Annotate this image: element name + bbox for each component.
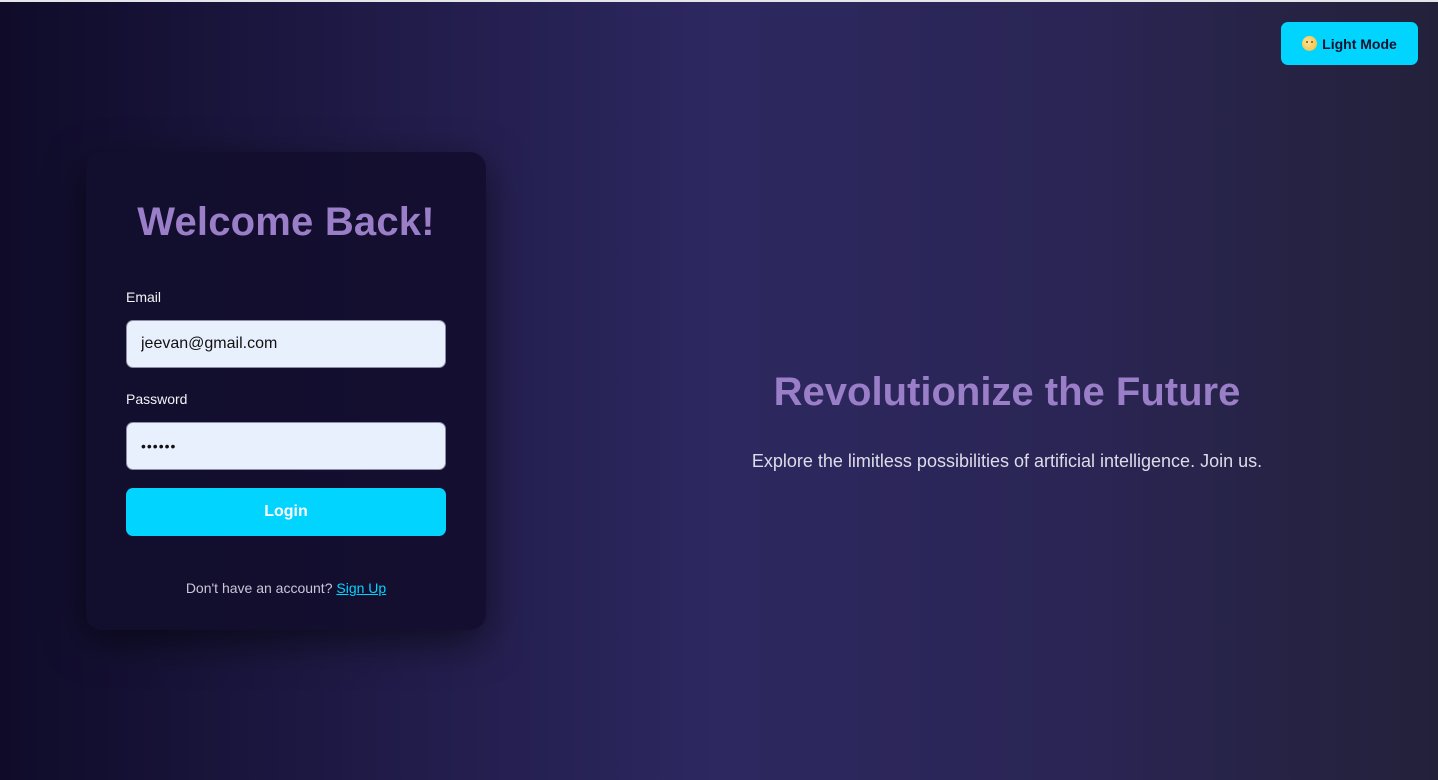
login-card: Welcome Back! Email Password Login Don't… — [86, 152, 486, 630]
email-field[interactable] — [126, 320, 446, 368]
light-mode-label: Light Mode — [1322, 35, 1397, 52]
login-title: Welcome Back! — [137, 200, 435, 244]
hero-section: Revolutionize the Future Explore the lim… — [620, 370, 1394, 472]
email-label: Email — [126, 289, 162, 305]
login-button[interactable]: Login — [126, 488, 446, 536]
moon-face-icon — [1302, 36, 1318, 51]
hero-subtitle: Explore the limitless possibilities of a… — [751, 451, 1263, 471]
password-field[interactable] — [126, 422, 446, 470]
password-label: Password — [126, 391, 188, 407]
sign-up-link[interactable]: Sign Up — [336, 580, 386, 596]
signup-prompt-text: Don't have an account? — [185, 580, 337, 596]
signup-prompt-row: Don't have an account? Sign Up — [86, 580, 486, 596]
hero-title: Revolutionize the Future — [773, 370, 1241, 414]
light-mode-toggle-button[interactable]: Light Mode — [1281, 22, 1418, 65]
